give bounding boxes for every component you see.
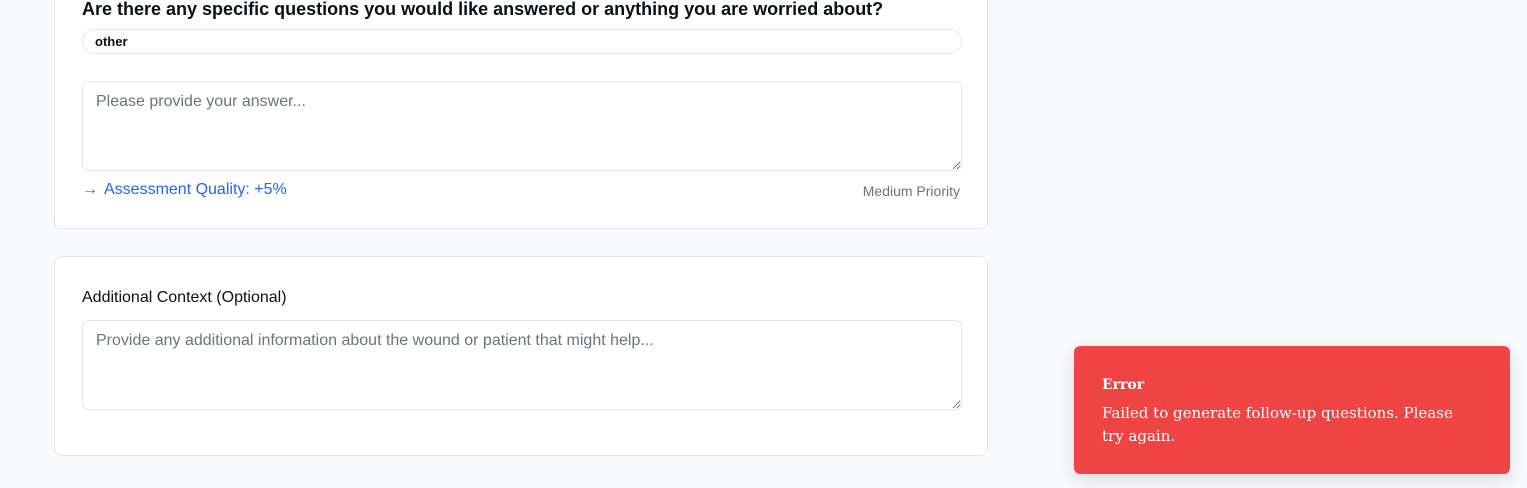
error-toast-title: Error [1102,377,1145,393]
additional-context-textarea[interactable] [82,320,962,410]
assessment-quality-indicator: → Assessment Quality: +5% [82,181,287,199]
priority-label: Medium Priority [862,183,960,199]
additional-context-card: Additional Context (Optional) [54,256,988,456]
arrow-right-icon: → [82,181,98,198]
assessment-quality-text: Assessment Quality: +5% [104,181,287,198]
error-toast-message: Failed to generate follow-up questions. … [1102,404,1453,445]
answer-textarea[interactable] [82,81,962,171]
additional-context-label: Additional Context (Optional) [82,289,287,306]
question-title: Are there any specific questions you wou… [82,0,884,19]
question-card: Are there any specific questions you wou… [54,0,988,229]
selected-option-pill[interactable]: other [82,29,962,54]
error-toast[interactable]: Error Failed to generate follow-up quest… [1074,346,1510,474]
